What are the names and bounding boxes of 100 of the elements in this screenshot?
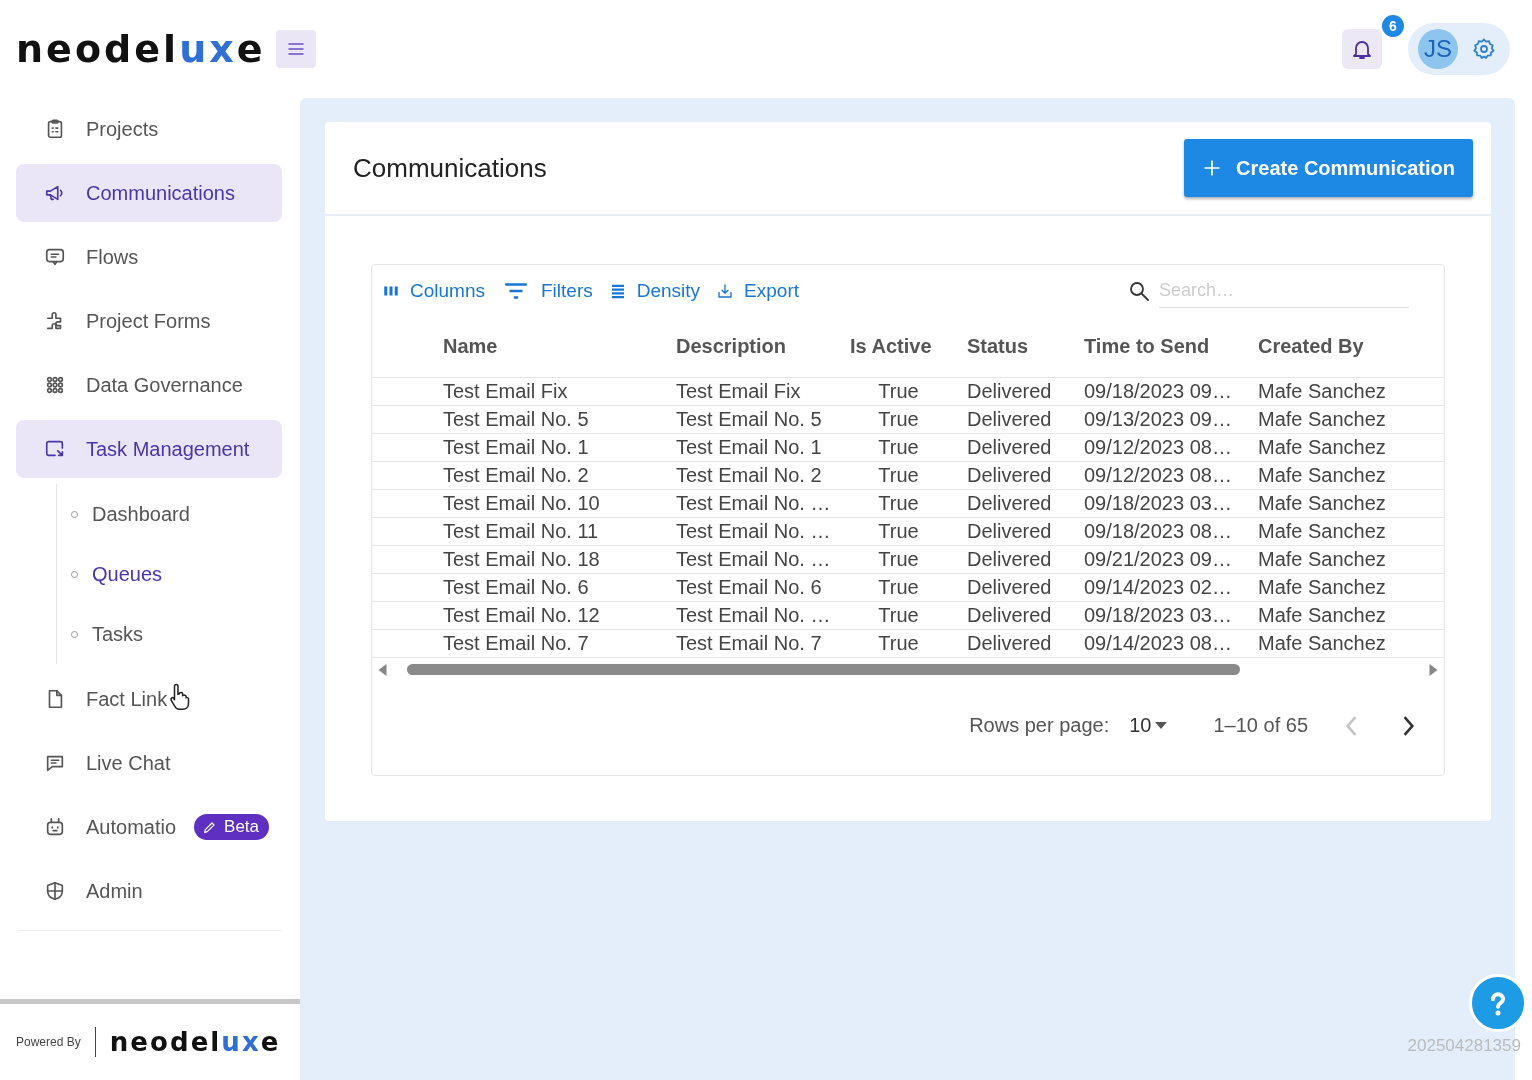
table-cell: 09/18/2023 08… [1074,518,1248,547]
sidebar-item[interactable]: Communications [16,164,282,222]
sidebar-item[interactable]: Automatio Beta [16,798,282,856]
table-cell: True [840,378,957,407]
logo: neodel uxe [16,27,266,71]
table-cell: Delivered [957,518,1074,547]
shield-icon [44,880,66,902]
table-cell: 09/14/2023 02… [1074,574,1248,603]
table-cell: Test Email No. 10 [433,490,666,519]
version-label: 202504281359 [1407,1036,1521,1056]
table-cell: True [840,434,957,463]
table-cell: Delivered [957,630,1074,659]
table-cell: Mafe Sanchez [1248,434,1444,463]
table-cell: True [840,462,957,491]
column-header[interactable]: Status [957,316,1074,378]
column-header[interactable]: Name [433,316,666,378]
sidebar-item[interactable]: Projects [16,100,282,158]
sidebar-item[interactable]: Flows [16,228,282,286]
menu-button[interactable] [275,30,316,68]
table-cell: True [840,574,957,603]
message-icon [44,246,66,268]
table-cell: Test Email No. 6 [666,574,840,603]
notification-count: 6 [1382,15,1404,37]
caret-icon [1155,722,1168,730]
table-cell: 09/12/2023 08… [1074,434,1248,463]
table-cell: Test Email No. 6 [433,574,666,603]
table-cell: Test Email No. 5 [433,406,666,435]
sidebar-item[interactable]: Live Chat [16,734,282,792]
sidebar-item[interactable]: Admin [16,862,282,920]
rows-per-page-select[interactable]: 10 [1129,714,1168,738]
table-cell: 09/13/2023 09… [1074,406,1248,435]
sidebar-item[interactable]: Data Governance [16,356,282,414]
table-cell: Delivered [957,462,1074,491]
settings-button[interactable] [1472,37,1496,61]
table-cell: 09/18/2023 03… [1074,602,1248,631]
column-header[interactable]: Is Active [840,316,957,378]
table-cell: 09/21/2023 09… [1074,546,1248,575]
column-header[interactable]: Created By [1248,316,1444,378]
robot-icon [44,816,66,838]
table-cell: Test Email No. 12 [433,602,666,631]
table-cell: Test Email No. 2 [666,462,840,491]
table-cell: True [840,406,957,435]
submenu-item[interactable]: Dashboard [57,484,282,544]
table-cell: True [840,490,957,519]
toolbar-button[interactable]: Export [714,279,801,302]
table-cell: Test Email No. 5 [666,406,840,435]
scrollbar-thumb[interactable] [407,664,1240,676]
submenu-item[interactable]: Tasks [57,604,282,664]
previous-page-icon [1344,714,1358,737]
table-cell: Test Email No. … [666,602,840,631]
export-icon [716,281,735,300]
table-cell: 09/14/2023 08… [1074,630,1248,659]
table-cell: Mafe Sanchez [1248,490,1444,519]
powered-by-label: Powered By [16,1035,81,1049]
rows-per-page-label: Rows per page: [969,714,1110,738]
table-cell: Delivered [957,406,1074,435]
table-cell: Test Email No. 1 [666,434,840,463]
table-cell: Delivered [957,602,1074,631]
table-cell: Test Email No. … [666,546,840,575]
table-cell: Mafe Sanchez [1248,630,1444,659]
table-cell: Mafe Sanchez [1248,602,1444,631]
create-communication-button[interactable]: Create Communication [1184,139,1473,197]
table-cell: True [840,546,957,575]
toolbar-button[interactable]: Density [606,279,703,302]
table-cell: Test Email No. … [666,490,840,519]
sidebar-item[interactable]: Project Forms [16,292,282,350]
table-cell: Test Email No. 7 [666,630,840,659]
table-cell: Mafe Sanchez [1248,462,1444,491]
table-cell: True [840,602,957,631]
table-cell: Mafe Sanchez [1248,574,1444,603]
scroll-left-icon [378,664,387,677]
table-cell: Test Email No. 11 [433,518,666,547]
beta-badge: Beta [194,814,270,840]
footer-logo: neodel uxe [109,1027,281,1057]
table-cell: Mafe Sanchez [1248,378,1444,407]
table-cell: Delivered [957,378,1074,407]
column-header[interactable]: Time to Send [1074,316,1248,378]
column-header[interactable]: Description [666,316,840,378]
sidebar-item[interactable]: Task Management [16,420,282,478]
grid-icon [44,374,66,396]
table-cell: Delivered [957,546,1074,575]
sidebar-item[interactable]: Fact Link [16,670,282,728]
table-cell: Test Email No. 2 [433,462,666,491]
table-cell: Mafe Sanchez [1248,406,1444,435]
table-cell: Delivered [957,490,1074,519]
table-cell: Delivered [957,574,1074,603]
table-cell: True [840,518,957,547]
table-cell: Test Email No. 18 [433,546,666,575]
toolbar-button[interactable]: Filters [499,277,595,304]
submenu-item[interactable]: Queues [57,544,282,604]
settings-icon [1472,37,1496,61]
table-cell: Delivered [957,434,1074,463]
table-cell: Test Email No. 7 [433,630,666,659]
scroll-right-icon [1429,664,1438,677]
notifications-button[interactable] [1342,29,1382,69]
table-cell: True [840,630,957,659]
table-cell: 09/18/2023 09… [1074,378,1248,407]
table-cell: Test Email No. 1 [433,434,666,463]
table-cell: Test Email Fix [666,378,840,407]
toolbar-button[interactable]: Columns [380,279,487,302]
